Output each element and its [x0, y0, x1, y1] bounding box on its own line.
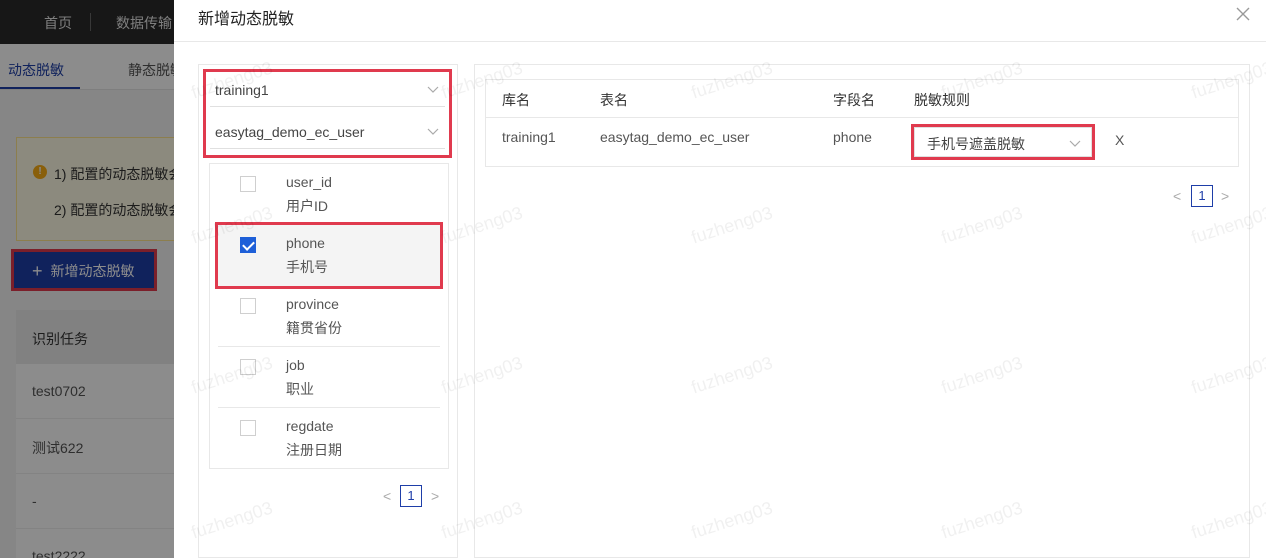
next-page-button[interactable]: >	[1221, 188, 1229, 204]
prev-page-button[interactable]: <	[1173, 188, 1181, 204]
masking-rule-select[interactable]: 手机号遮盖脱敏	[911, 124, 1095, 160]
drawer-header: 新增动态脱敏	[174, 0, 1266, 42]
database-select[interactable]: training1	[210, 73, 445, 107]
masking-rule-panel: 库名 表名 字段名 脱敏规则 training1 easytag_demo_ec…	[474, 64, 1250, 558]
cell-db-name: training1	[502, 129, 556, 145]
table-select[interactable]: easytag_demo_ec_user	[210, 115, 445, 149]
list-item-phone[interactable]: phone 手机号	[215, 222, 443, 289]
rule-table-pagination: < 1 >	[1173, 185, 1233, 209]
page-number-button[interactable]: 1	[1191, 185, 1213, 207]
header-db-name: 库名	[502, 92, 530, 108]
page-number-button[interactable]: 1	[400, 485, 422, 507]
field-checkbox[interactable]	[240, 420, 256, 436]
add-dynamic-masking-drawer: 新增动态脱敏 training1 easytag_demo_ec_user us…	[174, 0, 1266, 558]
list-item-regdate[interactable]: regdate 注册日期	[218, 408, 440, 469]
field-name: regdate	[286, 418, 334, 434]
cell-table-name: easytag_demo_ec_user	[600, 129, 750, 145]
field-name: job	[286, 357, 305, 373]
field-description: 籍贯省份	[286, 320, 342, 336]
table-select-value: easytag_demo_ec_user	[215, 124, 365, 140]
field-checkbox[interactable]	[240, 359, 256, 375]
field-name: phone	[286, 235, 325, 251]
field-description: 注册日期	[286, 442, 342, 458]
close-icon[interactable]	[1236, 5, 1252, 21]
list-item-job[interactable]: job 职业	[218, 347, 440, 408]
field-description: 用户ID	[286, 198, 328, 214]
field-checkbox[interactable]	[240, 298, 256, 314]
field-checkbox[interactable]	[240, 237, 256, 253]
prev-page-button[interactable]: <	[383, 488, 391, 504]
next-page-button[interactable]: >	[431, 488, 439, 504]
database-select-value: training1	[215, 82, 269, 98]
field-checkbox[interactable]	[240, 176, 256, 192]
field-list: user_id 用户ID phone 手机号 province 籍贯省份 job…	[209, 163, 449, 469]
drawer-title: 新增动态脱敏	[198, 11, 295, 28]
chevron-down-icon	[1069, 136, 1081, 148]
field-name: province	[286, 296, 339, 312]
header-masking-rule: 脱敏规则	[914, 92, 970, 108]
masking-rule-value: 手机号遮盖脱敏	[927, 136, 1025, 152]
cell-field-name: phone	[833, 129, 872, 145]
masking-rule-table: 库名 表名 字段名 脱敏规则 training1 easytag_demo_ec…	[485, 79, 1239, 167]
chevron-down-icon	[427, 82, 439, 94]
field-description: 职业	[286, 381, 314, 397]
list-item-user-id[interactable]: user_id 用户ID	[218, 164, 440, 225]
header-field-name: 字段名	[833, 92, 875, 108]
field-description: 手机号	[286, 259, 328, 275]
chevron-down-icon	[427, 124, 439, 136]
rule-table-header: 库名 表名 字段名 脱敏规则	[486, 80, 1238, 118]
header-table-name: 表名	[600, 92, 628, 108]
list-item-province[interactable]: province 籍贯省份	[218, 286, 440, 347]
remove-rule-button[interactable]: X	[1115, 132, 1124, 148]
field-list-pagination: < 1 >	[383, 485, 443, 509]
source-select-group: training1 easytag_demo_ec_user	[203, 69, 452, 158]
field-name: user_id	[286, 174, 332, 190]
field-selection-panel: training1 easytag_demo_ec_user user_id 用…	[198, 64, 458, 558]
